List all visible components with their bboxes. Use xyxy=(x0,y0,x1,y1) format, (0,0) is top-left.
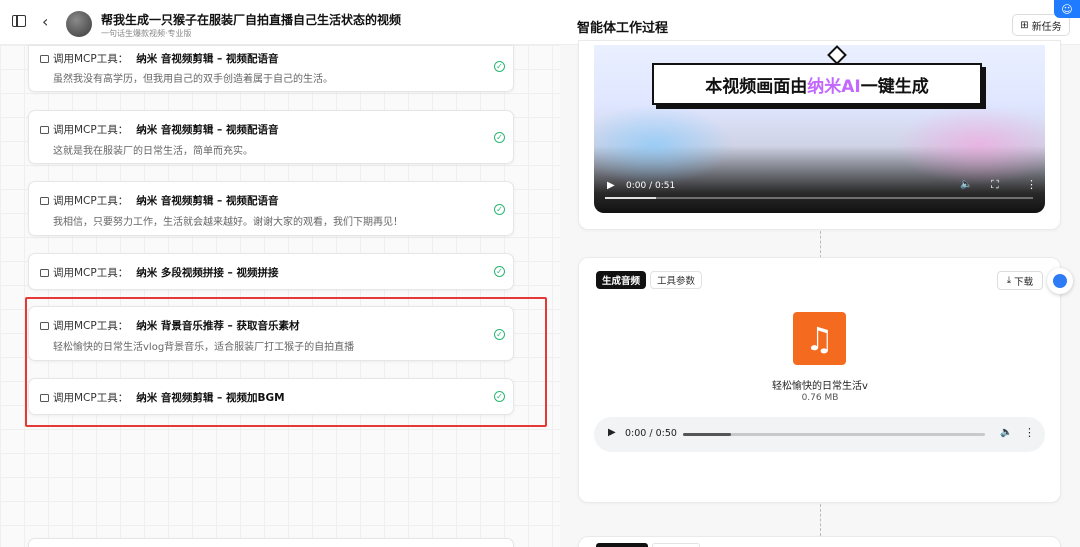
assistant-float-button[interactable] xyxy=(1047,268,1073,294)
arrow-down-icon xyxy=(827,45,847,65)
tool-name: 纳米 多段视频拼接 – 视频拼接 xyxy=(136,267,279,279)
music-note-icon: ♫ xyxy=(793,312,846,365)
tool-name: 纳米 音视频剪辑 – 视频配语音 xyxy=(136,124,279,136)
sidebar-toggle-icon[interactable] xyxy=(12,15,26,27)
flow-connector xyxy=(820,504,821,536)
task-thumbnail xyxy=(66,11,92,37)
video-controls: ▶ 0:00 / 0:51 🔈 ⛶ ⋮ xyxy=(594,173,1045,203)
audio-file-name: 轻松愉快的日常生活v xyxy=(772,381,868,392)
more-options-icon[interactable]: ⋮ xyxy=(1026,178,1037,191)
back-arrow-icon[interactable]: ‹ xyxy=(42,12,48,31)
task-title: 帮我生成一只猴子在服装厂自拍直播自己生活状态的视频 xyxy=(101,13,402,27)
audio-file-size: 0.76 MB xyxy=(801,393,839,403)
audio-time: 0:00 / 0:50 xyxy=(625,428,677,439)
check-icon: ✓ xyxy=(494,204,505,215)
download-button[interactable]: ⤓ 下载 xyxy=(997,271,1043,290)
robot-icon[interactable]: ☺ xyxy=(1054,0,1080,18)
tool-name: 纳米 音视频剪辑 – 视频配语音 xyxy=(136,53,279,65)
task-subtitle: 一句话生爆款视频·专业版 xyxy=(101,29,192,38)
step-description: 我相信，只要努力工作，生活就会越来越好。谢谢大家的观看，我们下期再见！ xyxy=(53,217,403,228)
step-card[interactable]: 调用MCP工具： 纳米 多段视频拼接 – 视频拼接 ✓ xyxy=(28,253,514,290)
toolbox-icon xyxy=(40,197,49,205)
flow-connector xyxy=(820,231,821,258)
check-icon: ✓ xyxy=(494,132,505,143)
video-player[interactable]: 本视频画面由 纳米AI 一键生成 ▶ 0:00 / 0:51 🔈 ⛶ ⋮ xyxy=(594,45,1045,213)
step-card[interactable]: 调用MCP工具： 纳米 音视频剪辑 – 视频配语音 我相信，只要努力工作，生活就会… xyxy=(28,181,514,236)
check-icon: ✓ xyxy=(494,61,505,72)
step-description: 虽然我没有高学历，但我用自己的双手创造着属于自己的生活。 xyxy=(53,74,333,85)
play-icon[interactable]: ▶ xyxy=(607,180,615,191)
top-header: ‹ 帮我生成一只猴子在服装厂自拍直播自己生活状态的视频 一句话生爆款视频·专业版… xyxy=(0,0,1080,45)
toolbox-icon xyxy=(40,269,49,277)
assistant-icon xyxy=(1053,274,1067,288)
tab-next-inactive[interactable] xyxy=(652,543,700,547)
tool-name: 纳米 音视频剪辑 – 视频配语音 xyxy=(136,195,279,207)
volume-icon[interactable]: 🔈 xyxy=(960,179,972,190)
tab-generated-audio[interactable]: 生成音频 xyxy=(596,271,647,289)
fullscreen-icon[interactable]: ⛶ xyxy=(991,178,999,192)
toolbox-icon xyxy=(40,126,49,134)
step-description: 这就是我在服装厂的日常生活，简单而充实。 xyxy=(53,146,253,157)
play-icon[interactable]: ▶ xyxy=(608,427,616,438)
video-time: 0:00 / 0:51 xyxy=(626,181,676,191)
audio-progress-bar[interactable] xyxy=(683,433,985,436)
step-card[interactable]: 调用MCP工具： 纳米 音视频剪辑 – 视频配语音 这就是我在服装厂的日常生活，简… xyxy=(28,110,514,164)
volume-icon[interactable]: 🔈 xyxy=(1000,427,1012,438)
panel-title: 智能体工作过程 xyxy=(577,21,669,36)
audio-player[interactable]: ▶ 0:00 / 0:50 🔈 ⋮ xyxy=(594,417,1045,452)
more-options-icon[interactable]: ⋮ xyxy=(1024,426,1035,439)
toolbox-icon xyxy=(40,55,49,63)
step-card[interactable] xyxy=(28,538,514,547)
next-result-card xyxy=(578,536,1061,547)
new-task-icon: ⊞ xyxy=(1020,19,1029,31)
new-task-label: 新任务 xyxy=(1031,21,1062,33)
tab-next-active[interactable] xyxy=(596,543,648,547)
video-banner: 本视频画面由 纳米AI 一键生成 xyxy=(652,63,982,105)
download-icon: ⤓ xyxy=(1006,275,1012,286)
step-card[interactable]: 调用MCP工具： 纳米 音视频剪辑 – 视频配语音 虽然我没有高学历，但我用自己的… xyxy=(28,45,514,92)
check-icon: ✓ xyxy=(494,266,505,277)
highlight-box xyxy=(25,297,547,427)
tab-tool-params[interactable]: 工具参数 xyxy=(650,271,703,289)
video-progress-bar[interactable] xyxy=(605,197,1033,199)
